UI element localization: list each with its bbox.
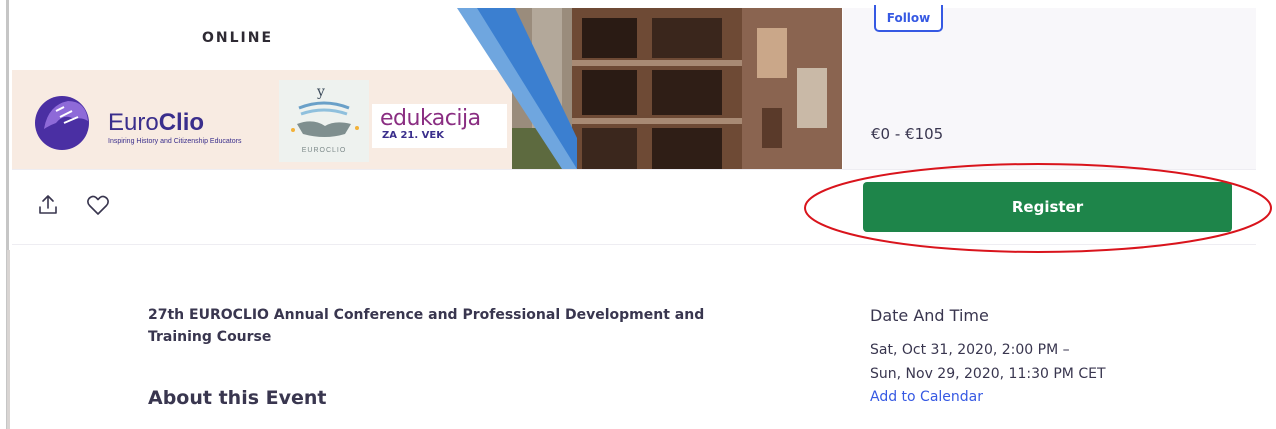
badge-label: EUROCLIO	[301, 147, 347, 154]
edukacija-logo: edukacija ZA 21. VEK	[372, 104, 507, 148]
euroclio-head-icon	[35, 96, 89, 150]
euroclio-wordmark: EuroClio	[108, 109, 205, 136]
price-range: €0 - €105	[871, 125, 944, 143]
ticket-panel	[843, 8, 1256, 169]
register-button[interactable]: Register	[863, 182, 1232, 232]
event-page: ONLINE EuroClio Inspiring History and Ci…	[0, 0, 1276, 429]
euroclio-tagline: Inspiring History and Citizenship Educat…	[108, 138, 242, 145]
heart-icon[interactable]	[86, 194, 110, 216]
left-border-lower	[7, 250, 10, 429]
about-heading: About this Event	[148, 387, 327, 409]
event-banner: ONLINE EuroClio Inspiring History and Ci…	[12, 8, 842, 169]
edukacija-wordmark: edukacija	[380, 106, 481, 131]
svg-text:y: y	[316, 84, 325, 100]
share-icon[interactable]	[36, 193, 60, 217]
date-time-heading: Date And Time	[870, 306, 989, 325]
euroclio-logo: EuroClio Inspiring History and Citizensh…	[34, 91, 274, 151]
date-end: Sun, Nov 29, 2020, 11:30 PM CET	[870, 366, 1106, 382]
event-title: 27th EUROCLIO Annual Conference and Prof…	[148, 307, 705, 345]
euroclio-handshake-badge: y EUROCLIO	[279, 80, 369, 162]
follow-button[interactable]: Follow	[874, 5, 943, 32]
edukacija-subtitle: ZA 21. VEK	[382, 130, 444, 141]
date-start: Sat, Oct 31, 2020, 2:00 PM –	[870, 342, 1070, 358]
add-to-calendar-link[interactable]: Add to Calendar	[870, 389, 983, 405]
handshake-icon: y	[291, 84, 359, 137]
online-label: ONLINE	[202, 30, 274, 46]
